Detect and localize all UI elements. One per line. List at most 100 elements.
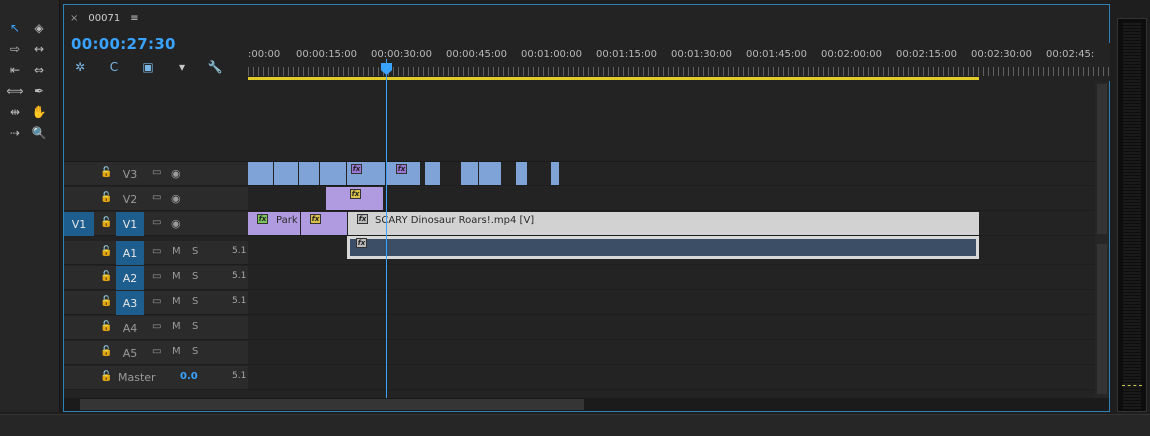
mute-button[interactable]: M: [172, 271, 181, 282]
work-area-bar[interactable]: [248, 77, 979, 80]
sync-lock-icon[interactable]: ▭: [152, 346, 161, 357]
source-patch-v1[interactable]: V1: [64, 212, 94, 236]
clip[interactable]: [320, 162, 346, 185]
razor-tool-icon[interactable]: ◈: [28, 18, 50, 38]
clip[interactable]: fx: [301, 212, 347, 235]
sync-lock-icon[interactable]: ▭: [152, 167, 161, 178]
lock-icon[interactable]: 🔓: [100, 346, 112, 357]
track-select-tool-icon[interactable]: ⇨: [4, 39, 26, 59]
vertical-scrollbar[interactable]: [1095, 82, 1109, 400]
ripple-edit-tool-icon[interactable]: ↔: [28, 39, 50, 59]
sync-lock-icon[interactable]: ▭: [152, 321, 161, 332]
lock-icon[interactable]: 🔓: [100, 271, 112, 282]
lock-icon[interactable]: 🔓: [100, 371, 112, 382]
solo-button[interactable]: S: [192, 321, 198, 332]
track-target-v1[interactable]: V1: [116, 212, 144, 236]
clip[interactable]: [516, 162, 527, 185]
snap-icon[interactable]: С: [106, 59, 122, 75]
track-header-a3: 🔓 A3 ▭ M S 5.1: [64, 291, 248, 315]
panel-menu-icon[interactable]: ≡: [130, 13, 138, 24]
solo-button[interactable]: S: [192, 271, 198, 282]
lane-a2[interactable]: [248, 266, 1098, 290]
mute-button[interactable]: M: [172, 321, 181, 332]
sync-lock-icon[interactable]: ▭: [152, 296, 161, 307]
audio-meter: [1117, 18, 1147, 412]
track-target-a3[interactable]: A3: [116, 291, 144, 315]
sync-lock-icon[interactable]: ▭: [152, 246, 161, 257]
ruler-label: 00:01:30:00: [671, 49, 733, 60]
track-target-a1[interactable]: A1: [116, 241, 144, 265]
lane-a5[interactable]: [248, 341, 1098, 365]
nest-sequence-icon[interactable]: ✲: [72, 59, 88, 75]
zoom-scroll-thumb[interactable]: [80, 399, 584, 410]
mute-button[interactable]: M: [172, 346, 181, 357]
lock-icon[interactable]: 🔓: [100, 321, 112, 332]
sequence-tab[interactable]: × 00071 ≡: [70, 10, 139, 26]
timeline-panel: × 00071 ≡ 00:00:27:30 ✲ С ▣ ▾ 🔧 :00:00 0…: [63, 4, 1110, 412]
video-scroll-thumb[interactable]: [1097, 84, 1107, 234]
pen-tool-icon[interactable]: ✒: [28, 81, 50, 101]
hand-tool-icon[interactable]: ✋: [28, 102, 50, 122]
eye-icon[interactable]: ◉: [171, 192, 181, 205]
clip[interactable]: [248, 162, 273, 185]
rate-stretch-tool-icon[interactable]: ⇔: [28, 60, 50, 80]
clip[interactable]: fx: [326, 187, 383, 210]
solo-button[interactable]: S: [192, 246, 198, 257]
add-marker-icon[interactable]: ▾: [174, 59, 190, 75]
clip[interactable]: [299, 162, 319, 185]
slip-tool-icon[interactable]: ⟺: [4, 81, 26, 101]
playhead-line[interactable]: [386, 59, 387, 405]
lane-a3[interactable]: [248, 291, 1098, 315]
clip-park[interactable]: fx Park: [248, 212, 300, 235]
linked-selection-icon[interactable]: ▣: [140, 59, 156, 75]
clip-scary-dinosaur-roars[interactable]: fx SCARY Dinosaur Roars!.mp4 [V]: [348, 212, 979, 235]
track-target-v2[interactable]: V2: [116, 187, 144, 211]
master-volume[interactable]: 0.0: [180, 371, 198, 382]
clip[interactable]: [274, 162, 298, 185]
track-forward-tool-icon[interactable]: ⇢: [4, 123, 26, 143]
audio-clip-a4[interactable]: fx: [347, 236, 979, 259]
zoom-tool-icon[interactable]: 🔍: [28, 123, 50, 143]
clip[interactable]: [551, 162, 559, 185]
timeline-tracks-area[interactable]: fx fx fx fx Park fx fx SCARY Dinosaur Ro…: [248, 82, 1098, 392]
mute-button[interactable]: M: [172, 246, 181, 257]
solo-button[interactable]: S: [192, 346, 198, 357]
sync-lock-icon[interactable]: ▭: [152, 217, 161, 228]
audio-scroll-thumb[interactable]: [1097, 244, 1107, 394]
track-target-a2[interactable]: A2: [116, 266, 144, 290]
playhead-timecode[interactable]: 00:00:27:30: [71, 35, 176, 53]
lock-icon[interactable]: 🔓: [100, 246, 112, 257]
lane-a4[interactable]: [248, 316, 1098, 340]
track-target-a5[interactable]: A5: [116, 341, 144, 365]
timeline-settings-icon[interactable]: 🔧: [207, 59, 223, 75]
lane-master[interactable]: [248, 366, 1098, 390]
master-track-label: Master: [118, 371, 156, 384]
horizontal-scrollbar[interactable]: [64, 398, 1109, 411]
selection-tool-icon[interactable]: ↖: [4, 18, 26, 38]
track-target-v3[interactable]: V3: [116, 162, 144, 186]
solo-button[interactable]: S: [192, 296, 198, 307]
mute-button[interactable]: M: [172, 296, 181, 307]
clip[interactable]: [461, 162, 478, 185]
ruler-label: 00:01:45:00: [746, 49, 808, 60]
clip[interactable]: [425, 162, 440, 185]
rolling-edit-tool-icon[interactable]: ⇤: [4, 60, 26, 80]
lock-icon[interactable]: 🔓: [100, 217, 112, 228]
lock-icon[interactable]: 🔓: [100, 296, 112, 307]
slide-tool-icon[interactable]: ⇹: [4, 102, 26, 122]
sync-lock-icon[interactable]: ▭: [152, 271, 161, 282]
ruler-label: 00:01:15:00: [596, 49, 658, 60]
lock-icon[interactable]: 🔓: [100, 192, 112, 203]
eye-icon[interactable]: ◉: [171, 167, 181, 180]
clip[interactable]: fx: [347, 162, 385, 185]
eye-icon[interactable]: ◉: [171, 217, 181, 230]
video-lane-empty[interactable]: [248, 82, 1098, 162]
clip[interactable]: [479, 162, 501, 185]
ruler-label: :00:00: [248, 49, 281, 60]
lock-icon[interactable]: 🔓: [100, 167, 112, 178]
sync-lock-icon[interactable]: ▭: [152, 192, 161, 203]
clip[interactable]: fx: [386, 162, 420, 185]
time-ruler[interactable]: :00:00 00:00:15:00 00:00:30:00 00:00:45:…: [248, 43, 1110, 81]
track-target-a4[interactable]: A4: [116, 316, 144, 340]
close-tab-icon[interactable]: ×: [70, 13, 78, 24]
